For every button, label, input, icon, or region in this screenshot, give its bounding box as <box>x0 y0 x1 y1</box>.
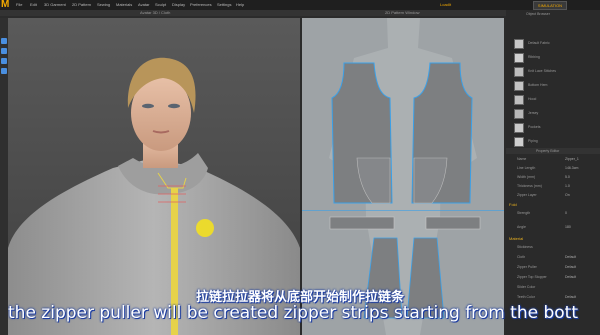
fabric-label: Knit Lace Stitches <box>528 69 557 73</box>
menu-avatar[interactable]: Avatar <box>138 2 150 7</box>
user-label[interactable]: LoadIt <box>440 2 451 7</box>
fabric-label: Pockets <box>528 125 541 129</box>
fabric-swatch <box>514 95 524 105</box>
menu-display[interactable]: Display <box>172 2 185 7</box>
subtitle-english: the zipper puller will be created zipper… <box>8 303 578 323</box>
property-label: Line Length <box>517 166 536 170</box>
property-value: Default <box>565 275 577 279</box>
brush-icon[interactable] <box>1 68 7 74</box>
property-value: 180 <box>565 225 571 229</box>
fabric-swatch <box>514 53 524 63</box>
property-row[interactable]: Strength 0 <box>509 210 599 217</box>
fabric-item[interactable]: Ribbing <box>514 52 598 63</box>
fold-section[interactable]: Fold <box>509 202 517 207</box>
simulation-button[interactable]: SIMULATION <box>533 1 567 10</box>
menu-2d-pattern[interactable]: 2D Pattern <box>72 2 91 7</box>
display-icon[interactable] <box>1 38 7 44</box>
menu-bar: M File Edit 3D Garment 2D Pattern Sewing… <box>0 0 600 10</box>
property-value: Default <box>565 255 577 259</box>
cloth-icon[interactable] <box>1 58 7 64</box>
property-editor-title: Property Editor <box>536 149 560 153</box>
menu-preferences[interactable]: Preferences <box>190 2 212 7</box>
menu-sewing[interactable]: Sewing <box>97 2 110 7</box>
property-row[interactable]: Width (mm) 5.0 <box>509 174 599 181</box>
property-value: Default <box>565 265 577 269</box>
property-label: Width (mm) <box>517 175 536 179</box>
fabric-item[interactable]: Knit Lace Stitches <box>514 66 598 77</box>
property-label: Zipper Puller <box>517 265 537 269</box>
property-value: 146.3cm <box>565 166 579 170</box>
property-row[interactable]: Stickiness <box>509 244 599 251</box>
fabric-item[interactable]: Bottom Hem <box>514 80 598 91</box>
menu-file[interactable]: File <box>16 2 22 7</box>
property-label: Angle <box>517 225 526 229</box>
fabric-label: Default Fabric <box>528 41 550 45</box>
property-label: Name <box>517 157 527 161</box>
view2d-title: 2D Pattern Window <box>385 10 420 15</box>
property-value: 0 <box>565 211 567 215</box>
app-logo: M <box>1 0 10 10</box>
view3d-title: Avatar 3D / Cloth <box>140 10 171 15</box>
menu-sculpt[interactable]: Sculpt <box>155 2 166 7</box>
property-label: Zipper Layer <box>517 193 537 197</box>
property-label: Cloth <box>517 255 526 259</box>
fabric-item[interactable]: Jersey <box>514 108 598 119</box>
property-editor-header: Property Editor <box>506 148 600 154</box>
fabric-label: Bottom Hem <box>528 83 548 87</box>
fabric-swatch <box>514 109 524 119</box>
property-value: 1.0 <box>565 184 570 188</box>
property-label: Thickness (mm) <box>517 184 542 188</box>
fabric-label: Ribbing <box>528 55 540 59</box>
property-row[interactable]: Name Zipper_1 <box>509 156 599 163</box>
property-label: Strength <box>517 211 531 215</box>
fabric-item[interactable]: Default Fabric <box>514 38 598 49</box>
fabric-swatch <box>514 39 524 49</box>
fabric-swatch <box>514 137 524 147</box>
menu-materials[interactable]: Materials <box>116 2 132 7</box>
property-value: 5.0 <box>565 175 570 179</box>
fabric-swatch <box>514 67 524 77</box>
fabric-item[interactable]: Piping <box>514 136 598 147</box>
menu-settings[interactable]: Settings <box>217 2 231 7</box>
fabric-label: Piping <box>528 139 538 143</box>
property-row[interactable]: Line Length 146.3cm <box>509 165 599 172</box>
property-row[interactable]: Zipper Layer On <box>509 192 599 199</box>
property-row[interactable]: Zipper Puller Default <box>509 264 599 271</box>
fabric-swatch <box>514 123 524 133</box>
property-row[interactable]: Thickness (mm) 1.0 <box>509 183 599 190</box>
menu-edit[interactable]: Edit <box>30 2 37 7</box>
property-row[interactable]: Cloth Default <box>509 254 599 261</box>
property-value: On <box>565 193 570 197</box>
property-label: Zipper Top Stopper <box>517 275 547 279</box>
material-section[interactable]: Material <box>509 236 523 241</box>
menu-3d-garment[interactable]: 3D Garment <box>44 2 66 7</box>
object-browser-title: Object Browser <box>526 12 550 16</box>
property-value: Zipper_1 <box>565 157 579 161</box>
fabric-item[interactable]: Hood <box>514 94 598 105</box>
property-label: Stickiness <box>517 245 533 249</box>
property-row[interactable]: Zipper Top Stopper Default <box>509 274 599 281</box>
property-row[interactable]: Angle 180 <box>509 224 599 231</box>
fabric-item[interactable]: Pockets <box>514 122 598 133</box>
menu-help[interactable]: Help <box>236 2 244 7</box>
fabric-label: Jersey <box>528 111 539 115</box>
fabric-label: Hood <box>528 97 537 101</box>
fabric-swatch <box>514 81 524 91</box>
avatar-icon[interactable] <box>1 48 7 54</box>
